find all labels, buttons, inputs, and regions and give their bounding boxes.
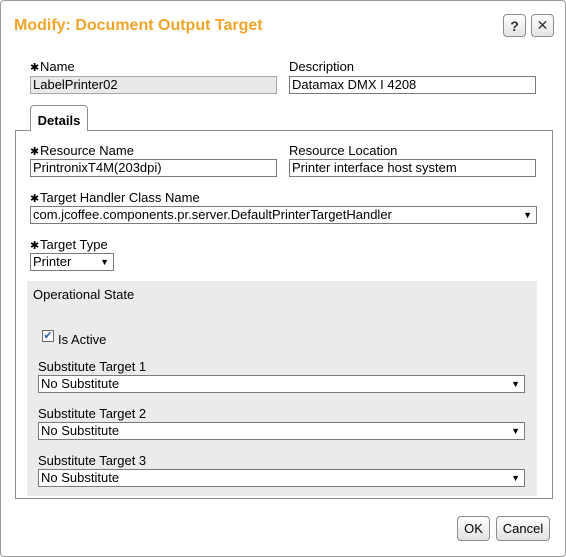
description-field[interactable]: Datamax DMX I 4208 (289, 76, 536, 94)
substitute-3-select[interactable]: No Substitute ▼ (38, 469, 525, 487)
resource-name-field[interactable]: PrintronixT4M(203dpi) (30, 159, 277, 177)
required-asterisk-icon: ✱ (30, 146, 40, 158)
substitute-1-value: No Substitute (41, 376, 120, 391)
substitute-1-select[interactable]: No Substitute ▼ (38, 375, 525, 393)
close-icon: ✕ (536, 17, 549, 33)
target-type-value: Printer (33, 254, 72, 269)
substitute-2-select[interactable]: No Substitute ▼ (38, 422, 525, 440)
target-type-label-text: Target Type (40, 237, 108, 252)
substitute-3-label: Substitute Target 3 (38, 453, 147, 468)
substitute-1-label: Substitute Target 1 (38, 359, 147, 374)
required-asterisk-icon: ✱ (30, 193, 40, 205)
name-label-text: Name (40, 59, 75, 74)
close-button[interactable]: ✕ (531, 14, 554, 37)
dialog-title: Modify: Document Output Target (14, 17, 263, 34)
chevron-down-icon: ▼ (523, 210, 532, 220)
chevron-down-icon: ▼ (511, 473, 520, 483)
help-icon: ? (510, 17, 519, 34)
required-asterisk-icon: ✱ (30, 240, 40, 252)
substitute-3-value: No Substitute (41, 470, 120, 485)
target-type-select[interactable]: Printer ▼ (30, 253, 114, 271)
name-field[interactable]: LabelPrinter02 (30, 76, 277, 94)
required-asterisk-icon: ✱ (30, 62, 40, 74)
modify-dialog: Modify: Document Output Target ? ✕ ✱Name… (0, 0, 566, 557)
chevron-down-icon: ▼ (511, 379, 520, 389)
name-label: ✱Name (30, 59, 75, 74)
operational-state-heading: Operational State (33, 287, 135, 302)
target-type-label: ✱Target Type (30, 237, 108, 252)
chevron-down-icon: ▼ (511, 426, 520, 436)
chevron-down-icon: ▼ (100, 257, 109, 267)
handler-class-select[interactable]: com.jcoffee.components.pr.server.Default… (30, 206, 537, 224)
substitute-2-value: No Substitute (41, 423, 120, 438)
is-active-label: Is Active (58, 332, 107, 347)
handler-class-value: com.jcoffee.components.pr.server.Default… (33, 207, 392, 222)
resource-name-label-text: Resource Name (40, 143, 134, 158)
ok-button[interactable]: OK (457, 516, 490, 541)
description-label: Description (289, 59, 355, 74)
checkmark-icon: ✔ (43, 330, 53, 342)
cancel-button[interactable]: Cancel (496, 516, 550, 541)
resource-location-label: Resource Location (289, 143, 398, 158)
handler-class-label: ✱Target Handler Class Name (30, 190, 200, 205)
resource-location-field[interactable]: Printer interface host system (289, 159, 536, 177)
help-button[interactable]: ? (503, 14, 526, 37)
resource-name-label: ✱Resource Name (30, 143, 134, 158)
handler-class-label-text: Target Handler Class Name (40, 190, 200, 205)
is-active-checkbox[interactable]: ✔ (42, 330, 54, 342)
substitute-2-label: Substitute Target 2 (38, 406, 147, 421)
tab-details[interactable]: Details (30, 105, 88, 131)
